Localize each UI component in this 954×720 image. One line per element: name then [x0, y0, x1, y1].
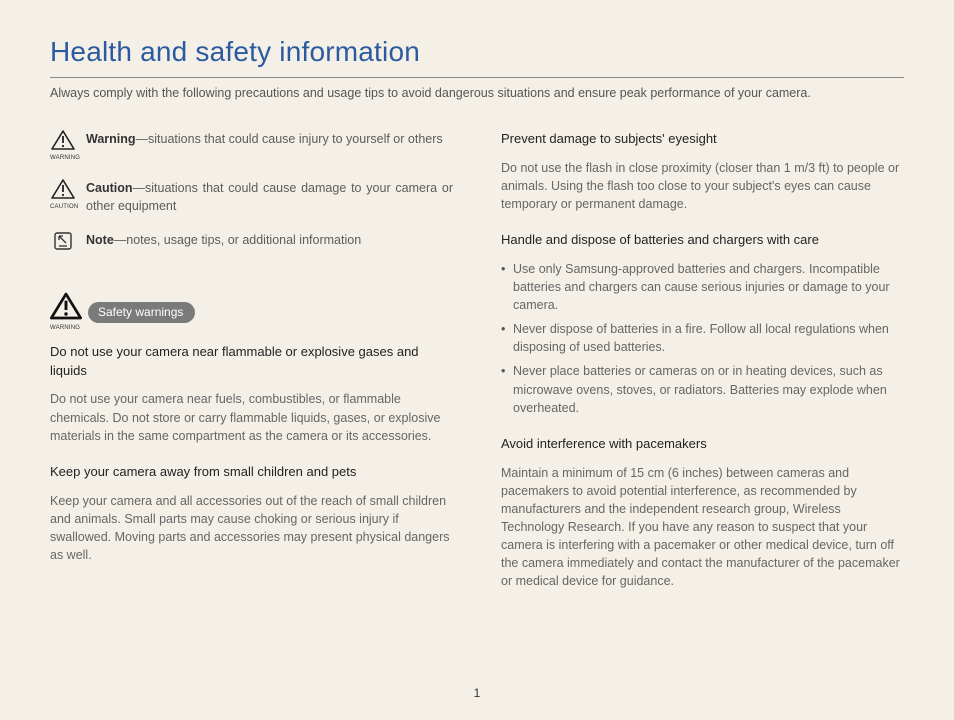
subheading-flammable: Do not use your camera near flammable or… [50, 343, 453, 381]
list-item: Use only Samsung-approved batteries and … [501, 260, 904, 314]
warning-term: Warning [86, 132, 136, 146]
warning-icon-label: WARNING [50, 154, 76, 163]
battery-list: Use only Samsung-approved batteries and … [501, 260, 904, 417]
definition-caution: CAUTION Caution—situations that could ca… [50, 179, 453, 215]
para-flammable: Do not use your camera near fuels, combu… [50, 390, 453, 444]
content-columns: WARNING Warning—situations that could ca… [50, 130, 904, 601]
title-rule [50, 77, 904, 78]
safety-warnings-badge: Safety warnings [88, 302, 195, 323]
safety-warnings-icon-label: WARNING [50, 324, 82, 333]
warning-desc: —situations that could cause injury to y… [136, 132, 443, 146]
caution-desc: —situations that could cause damage to y… [86, 181, 453, 213]
warning-icon: WARNING [50, 130, 76, 163]
para-pacemakers: Maintain a minimum of 15 cm (6 inches) b… [501, 464, 904, 591]
definition-note-text: Note—notes, usage tips, or additional in… [86, 231, 453, 249]
page-number: 1 [0, 685, 954, 702]
subheading-batteries: Handle and dispose of batteries and char… [501, 231, 904, 250]
list-item: Never place batteries or cameras on or i… [501, 362, 904, 416]
subheading-children: Keep your camera away from small childre… [50, 463, 453, 482]
safety-warnings-icon: WARNING [50, 292, 82, 333]
para-children: Keep your camera and all accessories out… [50, 492, 453, 565]
caution-icon: CAUTION [50, 179, 76, 212]
definition-note: Note—notes, usage tips, or additional in… [50, 231, 453, 256]
list-item: Never dispose of batteries in a fire. Fo… [501, 320, 904, 356]
left-column: WARNING Warning—situations that could ca… [50, 130, 453, 601]
definition-caution-text: Caution—situations that could cause dama… [86, 179, 453, 215]
note-term: Note [86, 233, 114, 247]
subheading-eyesight: Prevent damage to subjects' eyesight [501, 130, 904, 149]
caution-term: Caution [86, 181, 133, 195]
note-desc: —notes, usage tips, or additional inform… [114, 233, 361, 247]
page-title: Health and safety information [50, 32, 904, 73]
para-eyesight: Do not use the flash in close proximity … [501, 159, 904, 213]
caution-icon-label: CAUTION [50, 203, 76, 212]
note-icon [50, 231, 76, 256]
subheading-pacemakers: Avoid interference with pacemakers [501, 435, 904, 454]
right-column: Prevent damage to subjects' eyesight Do … [501, 130, 904, 601]
definition-warning: WARNING Warning—situations that could ca… [50, 130, 453, 163]
intro-text: Always comply with the following precaut… [50, 84, 904, 102]
safety-warnings-header: WARNING Safety warnings [50, 292, 453, 333]
definition-warning-text: Warning—situations that could cause inju… [86, 130, 453, 148]
